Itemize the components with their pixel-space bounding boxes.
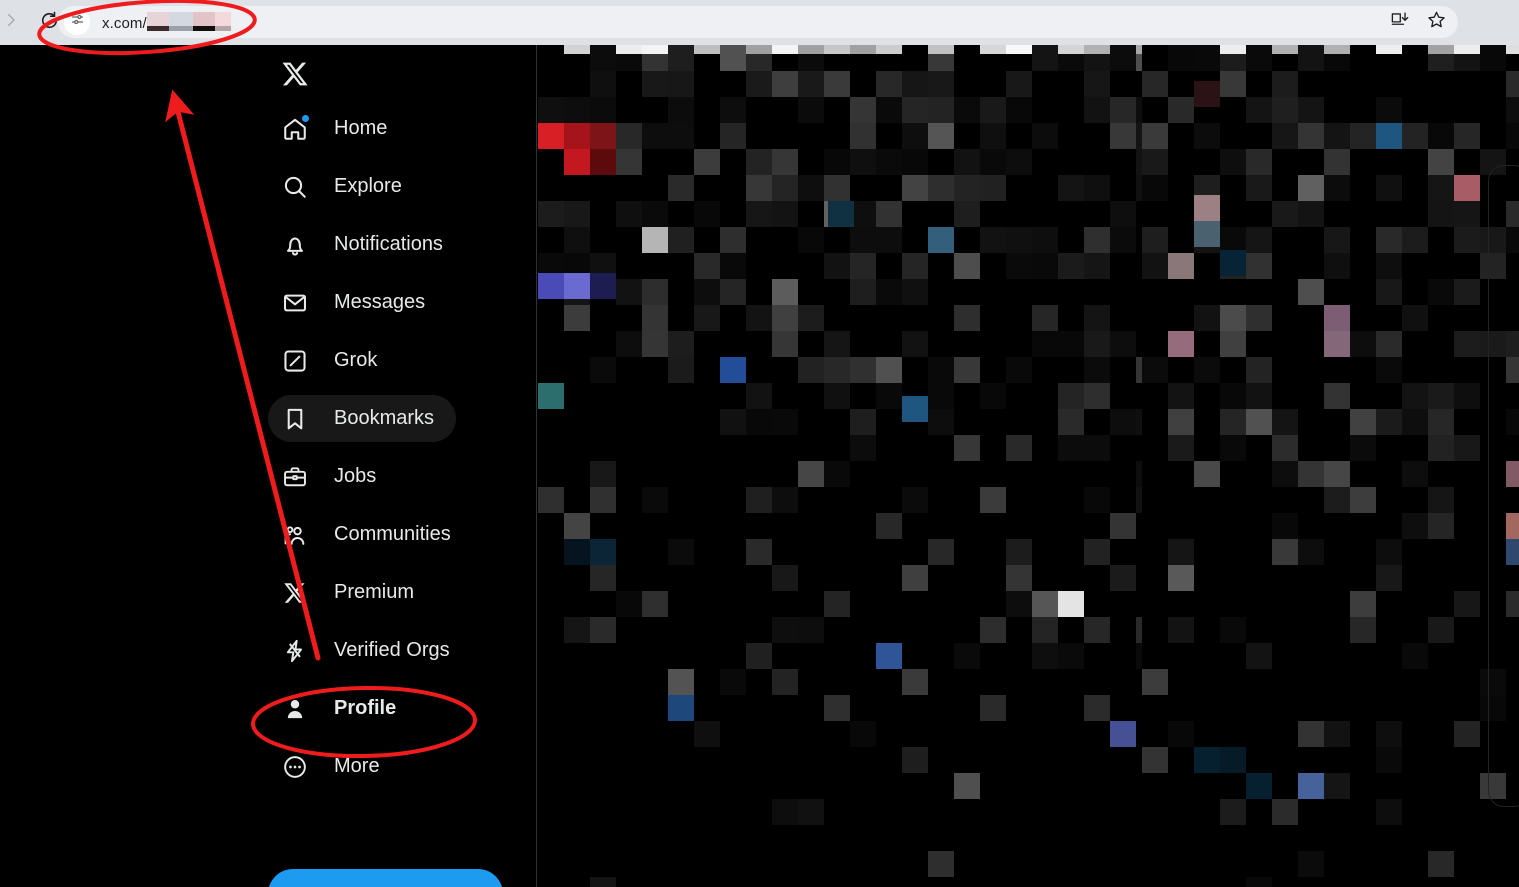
url-redaction-block — [146, 12, 231, 31]
lightning-bolt-icon — [280, 636, 310, 666]
post-button[interactable]: Post — [268, 869, 503, 887]
x-premium-icon — [280, 578, 310, 608]
sidebar-item-label: Profile — [334, 697, 397, 719]
sidebar-item-bookmarks[interactable]: Bookmarks — [268, 395, 457, 442]
sidebar-item-label: Explore — [334, 175, 402, 197]
sidebar-item-jobs[interactable]: Jobs — [268, 453, 398, 500]
bookmark-star-icon[interactable] — [1427, 10, 1446, 34]
sidebar-item-communities[interactable]: Communities — [268, 511, 473, 558]
sidebar-item-profile[interactable]: Profile — [268, 685, 418, 732]
url-prefix-text: x.com/ — [102, 15, 147, 32]
site-settings-button[interactable] — [64, 9, 90, 35]
url-display[interactable]: x.com/ — [102, 12, 231, 32]
sidebar-item-label: Notifications — [334, 233, 443, 255]
grok-icon — [280, 346, 310, 376]
bell-icon — [280, 230, 310, 260]
x-logo-icon[interactable] — [278, 57, 312, 91]
sidebar-item-label: Home — [334, 117, 388, 139]
sidebar-item-label: Grok — [334, 349, 378, 371]
sidebar-item-explore[interactable]: Explore — [268, 163, 424, 210]
forward-button[interactable] — [0, 8, 26, 38]
reload-icon — [40, 11, 59, 35]
sidebar-item-notifications[interactable]: Notifications — [268, 221, 465, 268]
home-icon — [280, 114, 310, 144]
search-icon — [280, 172, 310, 202]
site-settings-icon — [70, 12, 85, 32]
sidebar-item-messages[interactable]: Messages — [268, 279, 447, 326]
x-primary-navigation: Home Explore Notifications Messages Grok… — [0, 45, 537, 887]
more-circle-icon — [280, 752, 310, 782]
sidebar-item-label: Messages — [334, 291, 426, 313]
browser-toolbar: x.com/ — [0, 0, 1519, 45]
sidebar-item-grok[interactable]: Grok — [268, 337, 399, 384]
right-sidebar-column-redacted[interactable] — [1142, 45, 1519, 887]
sidebar-item-label: Premium — [334, 581, 415, 603]
briefcase-icon — [280, 462, 310, 492]
install-app-icon[interactable] — [1390, 10, 1409, 34]
sidebar-item-premium[interactable]: Premium — [268, 569, 436, 616]
address-bar[interactable]: x.com/ — [58, 6, 1458, 38]
sidebar-item-more[interactable]: More — [268, 743, 402, 790]
bookmark-icon — [280, 404, 310, 434]
home-notification-dot — [302, 114, 309, 122]
timeline-column-redacted[interactable] — [538, 45, 1142, 887]
sidebar-item-label: More — [334, 755, 380, 777]
sidebar-item-label: Communities — [334, 523, 451, 545]
forward-arrow-icon — [2, 11, 20, 34]
pixelated-timeline-content — [538, 45, 1142, 887]
envelope-icon — [280, 288, 310, 318]
person-icon — [280, 694, 310, 724]
sidebar-item-verified-orgs[interactable]: Verified Orgs — [268, 627, 472, 674]
nav-item-list: Home Explore Notifications Messages Grok… — [268, 105, 518, 801]
pixelated-sidebar-content — [1142, 45, 1519, 887]
omnibox-action-group — [1390, 6, 1446, 38]
sidebar-item-home[interactable]: Home — [268, 105, 409, 152]
communities-icon — [280, 520, 310, 550]
sidebar-item-label: Verified Orgs — [334, 639, 450, 661]
sidebar-item-label: Jobs — [334, 465, 377, 487]
sidebar-item-label: Bookmarks — [334, 407, 435, 429]
web-page-viewport: Home Explore Notifications Messages Grok… — [0, 45, 1519, 887]
